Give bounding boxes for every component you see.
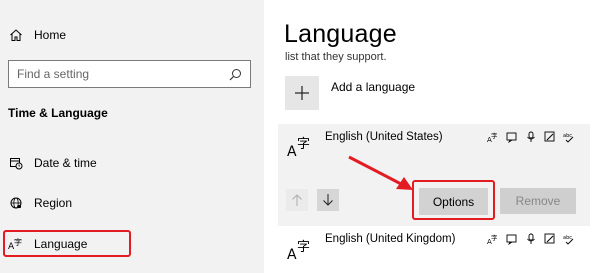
move-down-button[interactable]	[317, 189, 339, 211]
language-glyph-icon: A字	[287, 134, 317, 160]
speech-recognition-icon	[525, 233, 537, 245]
globe-icon	[8, 195, 24, 211]
remove-button[interactable]: Remove	[500, 188, 576, 214]
home-nav-item[interactable]: Home	[8, 24, 66, 46]
sidebar-item-date-time[interactable]: Date & time	[8, 152, 97, 174]
sidebar-item-label: Region	[34, 196, 73, 210]
options-highlight-box	[412, 180, 495, 220]
home-label: Home	[34, 28, 67, 42]
language-highlight-box	[3, 230, 131, 257]
description-text: list that they support.	[285, 51, 387, 63]
handwriting-icon	[544, 233, 556, 245]
sidebar: Home Time & Language Date & time Region …	[0, 0, 264, 273]
svg-text:字: 字	[297, 240, 310, 255]
svg-text:字: 字	[297, 137, 310, 152]
speech-recognition-icon	[525, 131, 537, 143]
spell-check-icon: abc	[563, 131, 575, 143]
arrow-up-icon	[292, 194, 302, 206]
section-title: Time & Language	[8, 106, 108, 120]
sidebar-item-label: Date & time	[34, 156, 97, 170]
display-language-icon: A字	[487, 233, 499, 245]
language-name: English (United States)	[325, 131, 443, 143]
language-features: A字 abc	[487, 233, 575, 245]
clock-calendar-icon	[8, 155, 24, 171]
handwriting-icon	[544, 131, 556, 143]
arrow-down-icon	[323, 194, 333, 206]
text-to-speech-icon	[506, 233, 518, 245]
svg-text:abc: abc	[563, 235, 572, 241]
search-box[interactable]	[8, 60, 251, 88]
display-language-icon: A字	[487, 131, 499, 143]
search-input[interactable]	[17, 67, 228, 81]
svg-text:字: 字	[491, 233, 498, 242]
text-to-speech-icon	[506, 131, 518, 143]
move-up-button[interactable]	[286, 189, 308, 211]
language-features: A字 abc	[487, 131, 575, 143]
home-icon	[8, 27, 24, 43]
page-title: Language	[284, 20, 397, 48]
sidebar-item-region[interactable]: Region	[8, 192, 72, 214]
svg-text:字: 字	[491, 131, 498, 140]
language-glyph-icon: A字	[287, 237, 317, 263]
spell-check-icon: abc	[563, 233, 575, 245]
language-name[interactable]: English (United Kingdom)	[325, 233, 455, 245]
svg-text:A: A	[287, 144, 297, 158]
add-language-button[interactable]: Add a language	[285, 76, 415, 110]
svg-text:A: A	[287, 247, 297, 261]
add-language-label: Add a language	[331, 80, 416, 94]
search-icon[interactable]	[228, 67, 242, 81]
svg-text:abc: abc	[563, 133, 572, 139]
plus-icon[interactable]	[285, 76, 319, 110]
